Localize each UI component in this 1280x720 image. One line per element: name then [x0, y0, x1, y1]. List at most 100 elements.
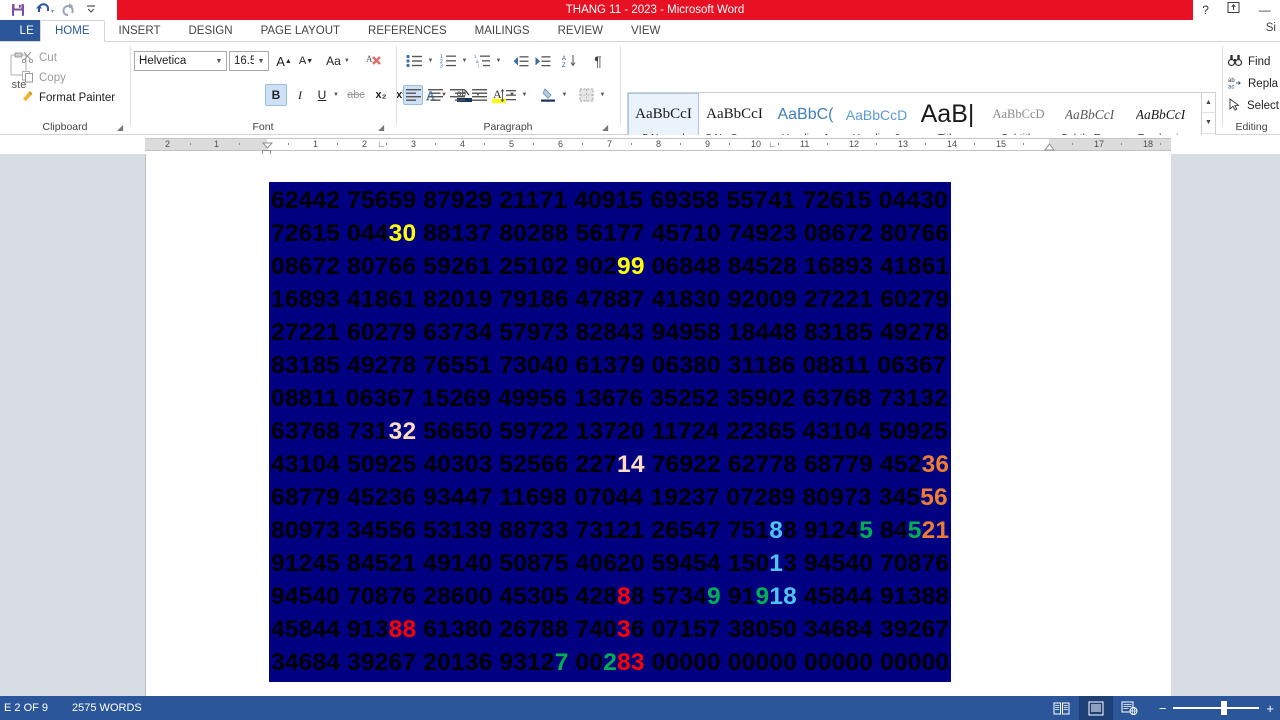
number-run: 3 94540 70876	[783, 550, 950, 577]
line-spacing-dropdown[interactable]: ▼	[519, 85, 530, 105]
strikethrough-button[interactable]: abc	[343, 84, 369, 106]
style-preview: AaBbC(	[777, 105, 834, 123]
shading-dropdown[interactable]: ▼	[559, 85, 570, 105]
zoom-control[interactable]: − +	[1159, 696, 1274, 720]
clear-formatting-button[interactable]: A	[363, 50, 385, 72]
word-count[interactable]: 2575 WORDS	[72, 702, 142, 714]
numbering-dropdown[interactable]: ▼	[459, 51, 470, 71]
numbering-button[interactable]: 123	[437, 51, 459, 71]
help-button[interactable]: ?	[1202, 0, 1209, 20]
underline-dropdown[interactable]: ▼	[330, 84, 342, 106]
style-preview: AaBbCcD	[845, 106, 908, 123]
justify-icon	[471, 89, 487, 101]
align-center-button[interactable]	[425, 85, 445, 105]
find-label: Find	[1248, 56, 1271, 68]
replace-button[interactable]: ab ac Repla	[1228, 74, 1278, 94]
replace-icon: ab ac	[1228, 76, 1242, 92]
sign-in-link[interactable]: Si	[1266, 22, 1276, 34]
zoom-out-button[interactable]: −	[1159, 702, 1167, 715]
zoom-slider-thumb[interactable]	[1221, 701, 1228, 715]
tab-file[interactable]: LE	[0, 20, 40, 41]
italic-button[interactable]: I	[289, 84, 311, 106]
font-name-combobox[interactable]: Helvetica ▼	[134, 51, 227, 71]
find-button[interactable]: Find	[1227, 52, 1271, 72]
grow-font-button[interactable]: A ▲	[273, 50, 295, 72]
increase-indent-button[interactable]	[531, 51, 553, 71]
tab-references[interactable]: REFERENCES	[354, 20, 461, 41]
copy-label: Copy	[39, 72, 66, 84]
zoom-slider[interactable]	[1173, 696, 1260, 720]
justify-button[interactable]	[469, 85, 489, 105]
tab-home[interactable]: HOME	[40, 20, 105, 42]
tab-stop-marker[interactable]: ∟	[768, 139, 777, 149]
borders-dropdown[interactable]: ▼	[597, 85, 608, 105]
number-grid-text-block[interactable]: 62442 75659 87929 21171 40915 69358 5574…	[269, 182, 952, 682]
ruler-number: 11	[800, 139, 810, 149]
styles-scroll-down-icon[interactable]: ▼	[1202, 113, 1215, 134]
change-case-button[interactable]: Aa ▼	[321, 50, 355, 72]
number-run: 68779 45236 93447 11698 07044 19237 0728…	[271, 484, 921, 511]
bullets-dropdown[interactable]: ▼	[425, 51, 436, 71]
copy-button[interactable]: Copy	[18, 68, 118, 88]
show-formatting-marks-button[interactable]: ¶	[587, 51, 609, 71]
right-indent-marker[interactable]	[1044, 138, 1055, 154]
bullets-button[interactable]	[403, 51, 425, 71]
shrink-font-button[interactable]: A ▼	[295, 50, 317, 72]
font-dialog-launcher[interactable]: ◢	[378, 123, 387, 132]
bold-button[interactable]: B	[265, 84, 287, 106]
chevron-down-icon: ▼	[599, 92, 606, 98]
subscript-button[interactable]: x₂	[370, 84, 392, 106]
align-left-button[interactable]	[403, 85, 423, 105]
select-button[interactable]: Select	[1228, 96, 1279, 116]
decrease-indent-button[interactable]	[509, 51, 531, 71]
minimize-button[interactable]: —	[1259, 0, 1271, 20]
paragraph-dialog-launcher[interactable]: ◢	[602, 123, 611, 132]
status-right: − +	[1045, 696, 1274, 720]
borders-button[interactable]	[575, 85, 597, 105]
strikethrough-label: abc	[347, 89, 365, 101]
multilevel-dropdown[interactable]: ▼	[493, 51, 504, 71]
redo-icon[interactable]	[60, 2, 76, 18]
number-grid-row: 91245 84521 49140 50875 40620 59454 1501…	[271, 547, 949, 580]
undo-icon[interactable]	[35, 2, 54, 18]
format-painter-button[interactable]: Format Painter	[18, 88, 118, 108]
tab-mailings[interactable]: MAILINGS	[461, 20, 544, 41]
chevron-down-icon: ▼	[343, 58, 350, 64]
read-mode-icon[interactable]	[1045, 696, 1079, 720]
multilevel-list-button[interactable]: 1ai	[471, 51, 493, 71]
page-indicator[interactable]: E 2 OF 9	[4, 702, 48, 714]
cut-button[interactable]: Cut	[18, 48, 118, 68]
ribbon-display-options-icon[interactable]	[1227, 0, 1240, 20]
document-page[interactable]: 62442 75659 87929 21171 40915 69358 5574…	[145, 154, 1171, 696]
first-line-indent-marker[interactable]	[261, 137, 274, 149]
number-run: 61380 26788 740	[416, 616, 618, 643]
print-layout-icon[interactable]	[1078, 696, 1113, 720]
web-layout-icon[interactable]	[1113, 696, 1147, 720]
align-right-button[interactable]	[447, 85, 467, 105]
highlighted-number-run: 30	[388, 220, 417, 247]
status-left: E 2 OF 9 2575 WORDS	[0, 702, 142, 714]
number-grid-row: 83185 49278 76551 73040 61379 06380 3118…	[271, 349, 949, 382]
number-grid-row: 68779 45236 93447 11698 07044 19237 0728…	[271, 481, 949, 514]
customize-qat-icon[interactable]	[85, 2, 101, 18]
tab-review[interactable]: REVIEW	[544, 20, 617, 41]
tab-design[interactable]: DESIGN	[174, 20, 246, 41]
sort-button[interactable]: AZ	[559, 51, 581, 71]
horizontal-ruler[interactable]: 2 1 1 2 3 4 5 6 7 8 9 10 11 12 13 14 15 …	[0, 135, 1280, 154]
font-size-combobox[interactable]: 16.5 ▼	[229, 51, 269, 71]
shading-button[interactable]	[537, 85, 559, 105]
number-run: 63768 731	[271, 418, 389, 445]
tab-stop-marker[interactable]: ∟	[377, 139, 386, 149]
paragraph-group-title: Paragraph	[483, 121, 533, 133]
tab-page-layout[interactable]: PAGE LAYOUT	[247, 20, 354, 41]
tab-insert[interactable]: INSERT	[105, 20, 175, 41]
save-icon[interactable]	[10, 2, 26, 18]
line-spacing-button[interactable]	[497, 85, 519, 105]
number-run: 83185 49278 76551 73040 61379 06380 3118…	[271, 352, 947, 379]
document-canvas[interactable]: 62442 75659 87929 21171 40915 69358 5574…	[0, 154, 1280, 696]
tab-view[interactable]: VIEW	[617, 20, 674, 41]
styles-scroll-up-icon[interactable]: ▲	[1202, 93, 1215, 114]
font-size-value: 16.5	[234, 55, 254, 67]
zoom-in-button[interactable]: +	[1266, 702, 1274, 715]
clipboard-dialog-launcher[interactable]: ◢	[117, 123, 126, 132]
